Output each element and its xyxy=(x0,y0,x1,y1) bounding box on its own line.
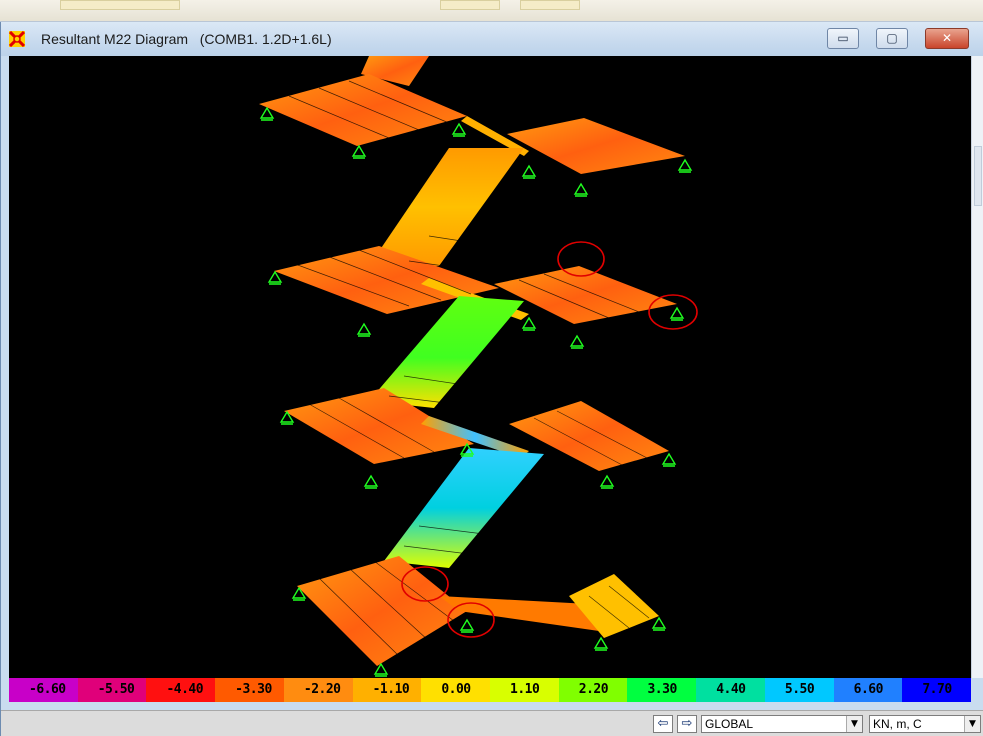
maximize-icon: ▢ xyxy=(886,31,898,45)
legend-cell: -1.10 xyxy=(352,678,422,702)
legend-label: 3.30 xyxy=(647,682,677,697)
legend-cell: 2.20 xyxy=(558,678,628,702)
pin-support-icon xyxy=(521,316,537,331)
legend-label: -2.20 xyxy=(303,682,341,697)
legend-cell: -6.60 xyxy=(9,678,78,702)
coord-system-value: GLOBAL xyxy=(705,717,754,731)
legend-cell: 4.40 xyxy=(696,678,765,702)
ramp-slab xyxy=(369,148,524,266)
legend-label: 0.00 xyxy=(441,682,471,697)
pin-support-icon xyxy=(569,334,585,349)
slab-panel xyxy=(259,74,467,146)
minimize-button[interactable]: ▭ xyxy=(827,28,859,49)
m22-diagram xyxy=(259,56,698,677)
background-tab xyxy=(440,0,500,10)
legend-label: -5.50 xyxy=(97,682,135,697)
legend-cell: -5.50 xyxy=(77,678,147,702)
pin-support-icon xyxy=(351,144,367,159)
vertical-scrollbar[interactable] xyxy=(971,56,983,678)
legend-cell: 1.10 xyxy=(490,678,559,702)
chevron-down-icon[interactable]: ▼ xyxy=(964,716,980,732)
next-step-button[interactable]: ⇨ xyxy=(677,715,697,733)
pin-support-icon xyxy=(593,636,609,651)
units-select[interactable]: KN, m, C ▼ xyxy=(869,715,981,733)
right-arrow-icon: ⇨ xyxy=(681,716,693,731)
legend-cell: -4.40 xyxy=(146,678,216,702)
background-toolbar-strip xyxy=(0,0,983,22)
legend-label: -1.10 xyxy=(372,682,410,697)
color-legend: -6.60 -5.50 -4.40 -3.30 -2.20 -1.10 0.00 1.10 2.… xyxy=(9,678,972,702)
status-bar: ⇦ ⇨ GLOBAL ▼ KN, m, C ▼ xyxy=(1,710,983,736)
pin-support-icon xyxy=(363,474,379,489)
chevron-down-icon[interactable]: ▼ xyxy=(846,716,862,732)
legend-cell: 5.50 xyxy=(764,678,834,702)
minimize-icon: ▭ xyxy=(837,31,849,45)
legend-label: -4.40 xyxy=(166,682,204,697)
legend-label: 5.50 xyxy=(784,682,815,697)
legend-label: 6.60 xyxy=(853,682,884,697)
legend-cell: 0.00 xyxy=(421,678,491,702)
legend-label: 1.10 xyxy=(510,682,540,697)
pin-support-icon xyxy=(651,616,667,631)
maximize-button[interactable]: ▢ xyxy=(876,28,908,49)
legend-cell: -2.20 xyxy=(283,678,353,702)
pin-support-icon xyxy=(356,322,372,337)
background-tab xyxy=(60,0,180,10)
scrollbar-thumb[interactable] xyxy=(974,146,982,206)
legend-cell: 6.60 xyxy=(833,678,903,702)
pin-support-icon xyxy=(267,270,283,285)
pin-support-icon xyxy=(669,306,685,321)
left-arrow-icon: ⇦ xyxy=(657,716,669,731)
diagram-window: Resultant M22 Diagram (COMB1. 1.2D+1.6L)… xyxy=(0,22,983,736)
legend-label: -6.60 xyxy=(29,682,66,697)
coord-system-select[interactable]: GLOBAL ▼ xyxy=(701,715,863,733)
pin-support-icon xyxy=(599,474,615,489)
legend-label: 2.20 xyxy=(578,682,609,697)
legend-cell: 3.30 xyxy=(627,678,697,702)
units-value: KN, m, C xyxy=(873,717,922,731)
pin-support-icon xyxy=(521,164,537,179)
slab-panel xyxy=(507,118,685,174)
pin-support-icon xyxy=(573,182,589,197)
pin-support-icon xyxy=(677,158,693,173)
close-icon: ✕ xyxy=(941,31,953,45)
close-button[interactable]: ✕ xyxy=(925,28,969,49)
pin-support-icon xyxy=(259,106,275,121)
legend-cell: 7.70 xyxy=(902,678,972,702)
background-tab xyxy=(520,0,580,10)
model-view-canvas[interactable] xyxy=(9,56,971,678)
pin-support-icon xyxy=(451,122,467,137)
legend-cell: -3.30 xyxy=(215,678,284,702)
app-icon xyxy=(9,31,25,47)
pin-support-icon xyxy=(459,618,475,633)
legend-label: 7.70 xyxy=(922,682,952,697)
ramp-slab xyxy=(384,448,544,568)
legend-label: -3.30 xyxy=(235,682,272,697)
ramp-slab xyxy=(369,296,524,408)
legend-label: 4.40 xyxy=(716,682,746,697)
prev-step-button[interactable]: ⇦ xyxy=(653,715,673,733)
title-bar[interactable]: Resultant M22 Diagram (COMB1. 1.2D+1.6L)… xyxy=(1,22,983,56)
window-title: Resultant M22 Diagram (COMB1. 1.2D+1.6L) xyxy=(41,31,332,47)
pin-support-icon xyxy=(661,452,677,467)
